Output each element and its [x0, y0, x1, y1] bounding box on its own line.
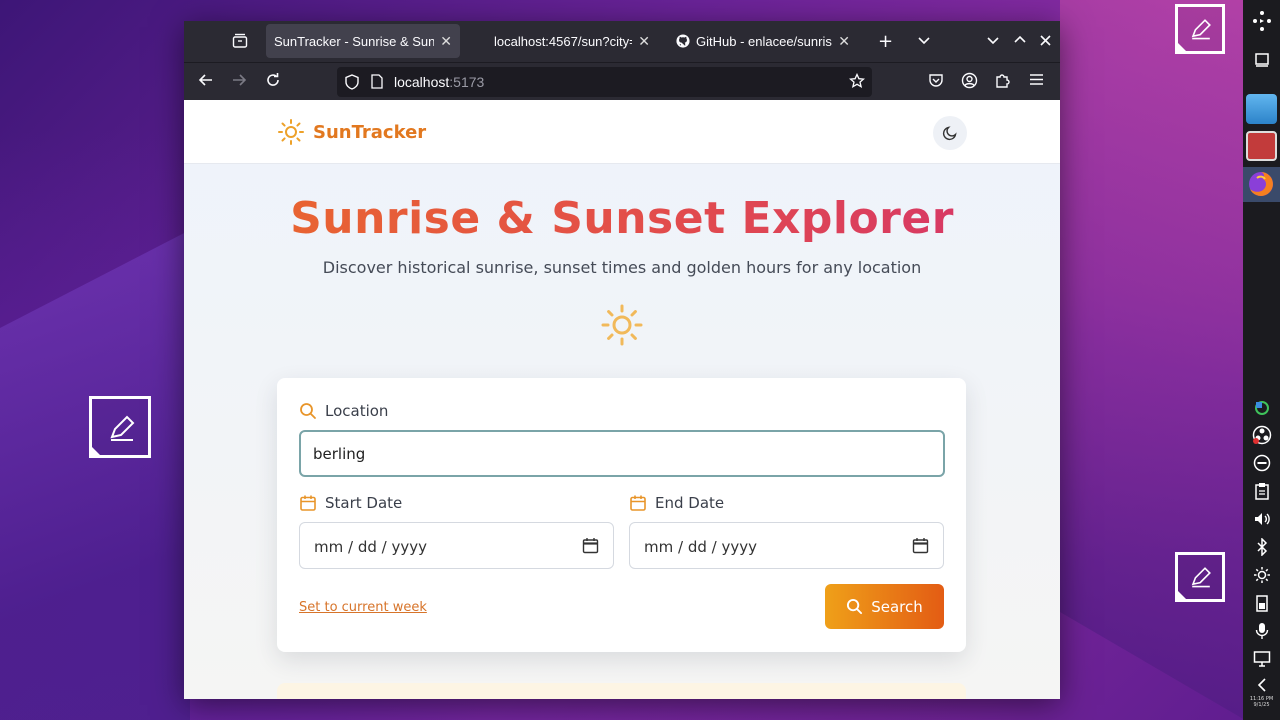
sync-icon[interactable] [1243, 399, 1280, 417]
desktop-note-icon[interactable] [1175, 4, 1225, 54]
page-title: Sunrise & Sunset Explorer [184, 193, 1060, 244]
reload-icon[interactable] [265, 72, 281, 92]
moon-icon [942, 125, 958, 141]
search-button-label: Search [871, 597, 923, 616]
wallpaper-shape [0, 230, 190, 720]
firefox-icon[interactable] [1243, 167, 1280, 202]
battery-icon[interactable] [1243, 594, 1280, 612]
forward-arrow-icon[interactable] [231, 72, 247, 92]
volume-icon[interactable] [1243, 510, 1280, 528]
set-current-week-link[interactable]: Set to current week [299, 600, 427, 615]
github-icon [676, 34, 690, 48]
search-card: Location Start Date mm / dd / yyyy End [277, 378, 966, 652]
calendar-picker-icon[interactable] [582, 537, 599, 558]
date-placeholder: mm / dd / yyyy [644, 538, 757, 556]
calendar-icon [629, 494, 647, 512]
search-icon [299, 402, 317, 420]
minimize-icon[interactable] [986, 33, 1000, 51]
tab-suntracker[interactable]: SunTracker - Sunrise & Sunset ✕ [266, 24, 460, 58]
desktop-note-icon[interactable] [89, 396, 151, 458]
tab-localhost-api[interactable]: localhost:4567/sun?city=L ✕ [486, 24, 658, 58]
web-page: SunTracker Sunrise & Sunset Explorer Dis… [184, 100, 1060, 699]
brand-name: SunTracker [313, 121, 427, 143]
terminal-icon[interactable] [1246, 131, 1277, 161]
file-manager-icon[interactable] [1246, 94, 1277, 124]
start-date-input[interactable]: mm / dd / yyyy [299, 522, 614, 569]
location-label-text: Location [325, 402, 389, 420]
collapse-chevron-icon[interactable] [1243, 677, 1280, 693]
date-placeholder: mm / dd / yyyy [314, 538, 427, 556]
start-date-label-text: Start Date [325, 494, 403, 512]
account-icon[interactable] [961, 72, 978, 93]
bluetooth-icon[interactable] [1243, 538, 1280, 556]
results-section [277, 683, 966, 699]
url-text[interactable]: localhost:5173 [394, 74, 484, 90]
end-date-input[interactable]: mm / dd / yyyy [629, 522, 944, 569]
theme-toggle-button[interactable] [933, 116, 967, 150]
sun-icon [277, 118, 305, 146]
show-desktop-icon[interactable] [1243, 52, 1280, 68]
location-label: Location [299, 402, 388, 420]
search-icon [846, 598, 863, 615]
microphone-icon[interactable] [1243, 622, 1280, 640]
end-date-label: End Date [629, 494, 724, 512]
navigation-bar: localhost:5173 [184, 62, 1060, 100]
url-port: :5173 [449, 74, 485, 90]
clock-date: 9/1/25 [1253, 702, 1270, 708]
maximize-icon[interactable] [1013, 33, 1027, 51]
close-tab-icon[interactable]: ✕ [440, 33, 452, 50]
tab-bar: SunTracker - Sunrise & Sunset ✕ localhos… [184, 21, 1060, 62]
desktop-note-icon[interactable] [1175, 552, 1225, 602]
display-icon[interactable] [1243, 650, 1280, 668]
close-tab-icon[interactable]: ✕ [638, 33, 650, 50]
clipboard-icon[interactable] [1243, 482, 1280, 500]
do-not-disturb-icon[interactable] [1243, 454, 1280, 472]
sun-icon [600, 303, 644, 351]
new-tab-icon[interactable]: + [878, 31, 893, 52]
brightness-icon[interactable] [1243, 566, 1280, 584]
close-window-icon[interactable] [1039, 33, 1052, 51]
wallpaper-shape [1060, 0, 1245, 720]
page-subtitle: Discover historical sunrise, sunset time… [322, 258, 922, 277]
pocket-icon[interactable] [928, 72, 944, 92]
end-date-label-text: End Date [655, 494, 725, 512]
tab-label: localhost:4567/sun?city=L [494, 33, 633, 49]
extensions-icon[interactable] [995, 72, 1011, 92]
tab-overview-icon[interactable] [232, 33, 248, 53]
system-panel: 11:16 PM 9/1/25 [1243, 0, 1280, 720]
browser-window: SunTracker - Sunrise & Sunset ✕ localhos… [184, 21, 1060, 699]
app-launcher-icon[interactable] [1243, 10, 1280, 32]
back-arrow-icon[interactable] [198, 72, 214, 92]
tab-github[interactable]: GitHub - enlacee/sunrise ✕ [668, 24, 858, 58]
search-button[interactable]: Search [825, 584, 944, 629]
url-host: localhost [394, 74, 450, 90]
page-icon[interactable] [371, 74, 383, 93]
start-date-label: Start Date [299, 494, 402, 512]
close-tab-icon[interactable]: ✕ [838, 33, 850, 50]
system-clock[interactable]: 11:16 PM 9/1/25 [1243, 696, 1280, 708]
app-header: SunTracker [184, 100, 1060, 164]
tab-label: SunTracker - Sunrise & Sunset [274, 33, 435, 49]
url-bar[interactable]: localhost:5173 [337, 67, 872, 97]
menu-hamburger-icon[interactable] [1029, 72, 1044, 91]
tab-label: GitHub - enlacee/sunrise [696, 33, 833, 49]
obs-icon[interactable] [1243, 425, 1280, 445]
tab-list-chevron-icon[interactable] [917, 33, 931, 51]
calendar-picker-icon[interactable] [912, 537, 929, 558]
shield-icon[interactable] [345, 74, 359, 94]
calendar-icon [299, 494, 317, 512]
bookmark-star-icon[interactable] [848, 72, 866, 93]
brand-logo[interactable]: SunTracker [277, 118, 426, 146]
location-input[interactable] [299, 430, 945, 477]
